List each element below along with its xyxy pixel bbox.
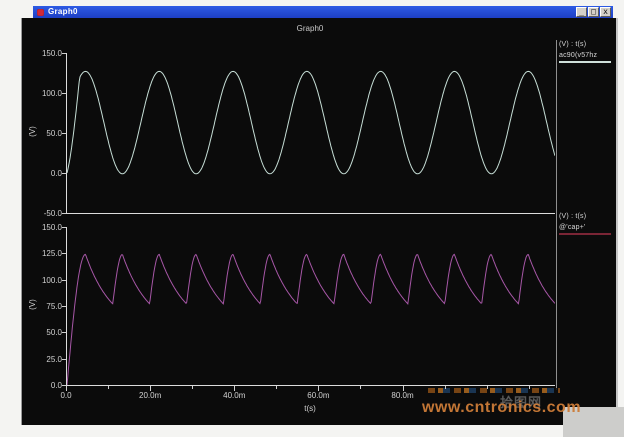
window-titlebar[interactable]: Graph0 _ □ x: [33, 6, 613, 18]
page: Graph0 _ □ x Graph0 (V) (V) t(s) (V) : t…: [0, 0, 624, 437]
legend-color-swatch: [559, 233, 611, 235]
y-tick-mark: [62, 280, 66, 281]
x-tick-label: 40.0m: [223, 391, 245, 400]
plot-area-cap: [66, 227, 555, 386]
trace-ac-source: [67, 71, 555, 173]
y-tick-label: 0.0: [24, 381, 62, 390]
x-tick-label: 0.0: [60, 391, 71, 400]
maximize-button[interactable]: □: [588, 7, 599, 17]
y-tick-mark: [62, 133, 66, 134]
x-tick-label: 20.0m: [139, 391, 161, 400]
close-button[interactable]: x: [600, 7, 611, 17]
legend-color-swatch: [559, 61, 611, 63]
x-tick-mark: [66, 386, 67, 391]
legend-separator: [556, 40, 557, 390]
x-tick-mark: [318, 386, 319, 391]
x-minor-tick-mark: [487, 386, 488, 389]
chart-title: Graph0: [66, 24, 554, 33]
legend-entry-ac-source[interactable]: (V) : t(s) ac90(v57hz: [559, 41, 615, 63]
legend-entry-cap[interactable]: (V) : t(s) @'cap+': [559, 213, 615, 235]
y-tick-label: 50.0: [24, 328, 62, 337]
y-tick-mark: [62, 227, 66, 228]
y-tick-label: 100.0: [24, 89, 62, 98]
y-tick-label: 150.0: [24, 49, 62, 58]
x-minor-tick-mark: [276, 386, 277, 389]
legend-head: (V) : t(s): [559, 41, 615, 48]
graph-window-icon[interactable]: [37, 9, 44, 16]
y-tick-mark: [62, 53, 66, 54]
legend-trace-name: @'cap+': [559, 224, 615, 231]
x-tick-label: 60.0m: [307, 391, 329, 400]
minimize-button[interactable]: _: [576, 7, 587, 17]
y-tick-mark: [62, 359, 66, 360]
x-minor-tick-mark: [445, 386, 446, 389]
trace-cap-voltage: [67, 254, 555, 385]
window-title: Graph0: [48, 7, 575, 17]
plot-area-sine: [66, 53, 555, 214]
x-minor-tick-mark: [192, 386, 193, 389]
legend-head: (V) : t(s): [559, 213, 615, 220]
y-tick-label: 25.0: [24, 355, 62, 364]
x-tick-mark: [234, 386, 235, 391]
y-tick-label: 150.0: [24, 223, 62, 232]
y-tick-label: 50.0: [24, 129, 62, 138]
y-tick-mark: [62, 253, 66, 254]
y-tick-label: 75.0: [24, 302, 62, 311]
y-tick-mark: [62, 173, 66, 174]
x-minor-tick-mark: [108, 386, 109, 389]
y-tick-mark: [62, 306, 66, 307]
y-tick-label: 0.0: [24, 169, 62, 178]
y-tick-label: 125.0: [24, 249, 62, 258]
y-tick-label: 100.0: [24, 276, 62, 285]
x-tick-mark: [403, 386, 404, 391]
x-tick-label: 80.0m: [391, 391, 413, 400]
url-watermark-text: www.cntronics.com: [422, 399, 581, 417]
x-minor-tick-mark: [360, 386, 361, 389]
x-minor-tick-mark: [529, 386, 530, 389]
y-tick-label: -50.0: [24, 209, 62, 218]
x-tick-mark: [150, 386, 151, 391]
y-tick-mark: [62, 213, 66, 214]
y-tick-mark: [62, 93, 66, 94]
legend-trace-name: ac90(v57hz: [559, 52, 615, 59]
y-tick-mark: [62, 332, 66, 333]
